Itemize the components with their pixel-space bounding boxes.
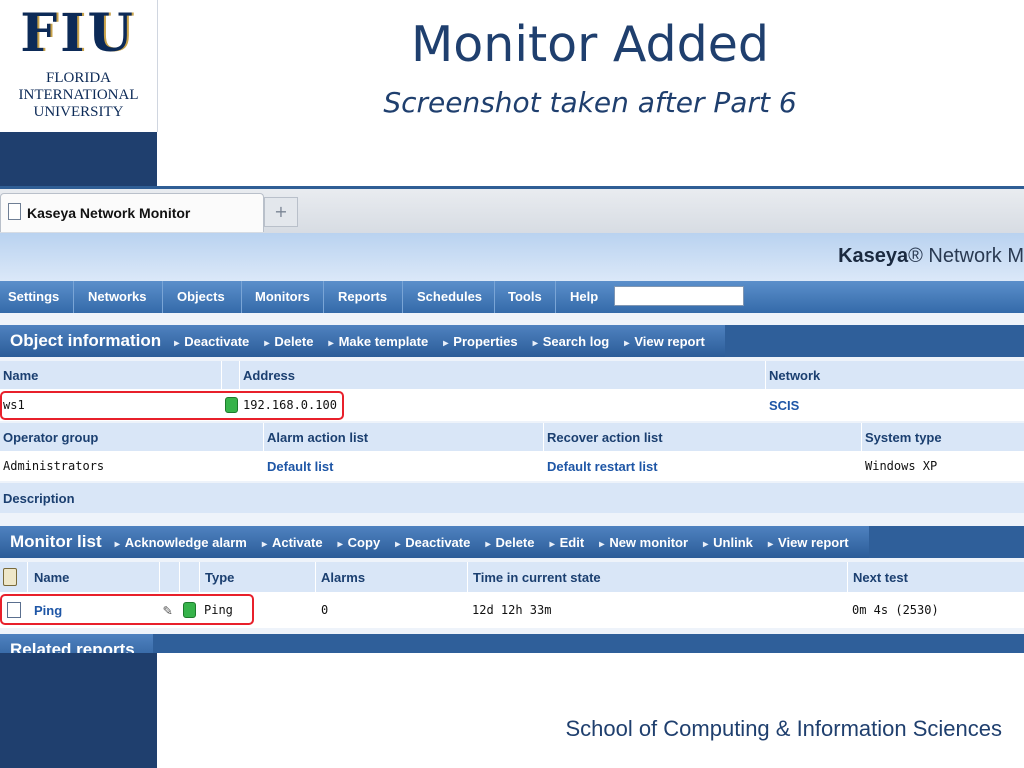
action-deactivate-monitor[interactable]: Deactivate xyxy=(395,527,470,561)
action-delete[interactable]: Delete xyxy=(264,326,313,360)
menu-tools[interactable]: Tools xyxy=(500,281,556,313)
monitor-time-in-state: 12d 12h 33m xyxy=(472,603,552,617)
header-name: Name xyxy=(0,361,222,389)
action-activate[interactable]: Activate xyxy=(262,527,323,561)
kaseya-brand-logo: Kaseya® Network M xyxy=(838,245,1024,268)
page-icon xyxy=(8,203,21,220)
browser-tab-label: Kaseya Network Monitor xyxy=(27,205,191,221)
logo-line-2: INTERNATIONAL xyxy=(18,87,139,103)
action-copy[interactable]: Copy xyxy=(338,527,381,561)
action-acknowledge-alarm[interactable]: Acknowledge alarm xyxy=(115,527,247,561)
main-menu: Settings Networks Objects Monitors Repor… xyxy=(0,281,1024,313)
network-link[interactable]: SCIS xyxy=(766,389,1024,421)
app-screenshot: Kaseya Network Monitor + Kaseya® Network… xyxy=(0,186,1024,653)
related-reports-title[interactable]: Related reports xyxy=(10,634,135,653)
action-edit[interactable]: Edit xyxy=(550,527,585,561)
fiu-logo: FIU FLORIDA INTERNATIONAL UNIVERSITY xyxy=(0,0,158,132)
monitor-list-bar: Monitor list Acknowledge alarm Activate … xyxy=(0,526,1024,558)
highlight-monitor-box xyxy=(0,594,254,625)
monitor-next-test: 0m 4s (2530) xyxy=(852,603,939,617)
header-system-type: System type xyxy=(865,429,942,445)
object-header-row-1: Name Address Network xyxy=(0,361,1024,389)
related-reports-bar: Related reports xyxy=(0,634,1024,653)
description-label: Description xyxy=(3,490,75,506)
new-tab-button[interactable]: + xyxy=(264,197,298,227)
browser-tab[interactable]: Kaseya Network Monitor xyxy=(0,193,264,232)
header-spacer xyxy=(222,361,240,389)
header-alarm-action-list: Alarm action list xyxy=(264,423,544,451)
header-spacer-2 xyxy=(180,562,200,592)
related-reports-tab: Related reports xyxy=(0,634,153,653)
app-header: Kaseya® Network M xyxy=(0,233,1024,281)
header-network: Network xyxy=(769,367,821,383)
header-monitor-name: Name xyxy=(28,562,160,592)
action-view-report-monitor[interactable]: View report xyxy=(768,527,849,561)
clipboard-icon[interactable] xyxy=(3,568,17,586)
logo-mark: FIU xyxy=(20,3,136,64)
logo-line-3: UNIVERSITY xyxy=(33,104,124,120)
action-unlink[interactable]: Unlink xyxy=(703,527,753,561)
object-values-row-2: Administrators Default list Default rest… xyxy=(0,451,1024,481)
logo-line-1: FLORIDA xyxy=(45,70,111,86)
operator-group-value: Administrators xyxy=(3,459,105,473)
action-new-monitor[interactable]: New monitor xyxy=(599,527,688,561)
monitor-alarms: 0 xyxy=(321,603,329,617)
slide-footer: School of Computing & Information Scienc… xyxy=(565,716,1002,741)
action-delete-monitor[interactable]: Delete xyxy=(485,527,534,561)
recover-action-list-link[interactable]: Default restart list xyxy=(544,451,862,481)
monitor-header-row: Name Type Alarms Time in current state N… xyxy=(0,562,1024,592)
header-spacer-1 xyxy=(160,562,180,592)
monitor-list-title: Monitor list xyxy=(10,532,102,551)
system-type-value: Windows XP xyxy=(865,459,938,473)
header-recover-action-list: Recover action list xyxy=(544,423,862,451)
object-header-row-2: Operator group Alarm action list Recover… xyxy=(0,423,1024,451)
brand-bold: Kaseya xyxy=(838,245,909,267)
slide-title: Monitor Added xyxy=(411,16,769,73)
header-alarms: Alarms xyxy=(316,562,468,592)
menu-settings[interactable]: Settings xyxy=(0,281,74,313)
menu-monitors[interactable]: Monitors xyxy=(247,281,324,313)
monitor-list-actions: Monitor list Acknowledge alarm Activate … xyxy=(0,526,869,558)
highlight-object-box xyxy=(0,391,344,420)
alarm-action-list-link[interactable]: Default list xyxy=(264,451,544,481)
clipboard-icon-cell xyxy=(0,562,28,592)
menu-networks[interactable]: Networks xyxy=(80,281,163,313)
action-view-report[interactable]: View report xyxy=(624,326,705,360)
header-address: Address xyxy=(240,361,766,389)
header-type: Type xyxy=(200,562,316,592)
header-time-in-state: Time in current state xyxy=(468,562,848,592)
object-info-bar: Object information Deactivate Delete Mak… xyxy=(0,325,1024,357)
brand-rest: ® Network M xyxy=(908,245,1024,267)
header-next-test: Next test xyxy=(853,569,908,585)
action-make-template[interactable]: Make template xyxy=(329,326,429,360)
menu-help[interactable]: Help xyxy=(562,281,610,313)
action-search-log[interactable]: Search log xyxy=(533,326,609,360)
action-properties[interactable]: Properties xyxy=(443,326,517,360)
action-deactivate[interactable]: Deactivate xyxy=(174,326,249,360)
menu-search-input[interactable] xyxy=(614,286,744,306)
menu-schedules[interactable]: Schedules xyxy=(409,281,495,313)
menu-reports[interactable]: Reports xyxy=(330,281,403,313)
object-info-title: Object information xyxy=(10,331,162,350)
menu-objects[interactable]: Objects xyxy=(169,281,242,313)
browser-tabstrip: Kaseya Network Monitor + xyxy=(0,189,1024,233)
slide-subtitle: Screenshot taken after Part 6 xyxy=(383,86,797,119)
object-info-actions: Object information Deactivate Delete Mak… xyxy=(0,325,725,357)
description-row: Description xyxy=(0,483,1024,513)
header-operator-group: Operator group xyxy=(0,423,264,451)
